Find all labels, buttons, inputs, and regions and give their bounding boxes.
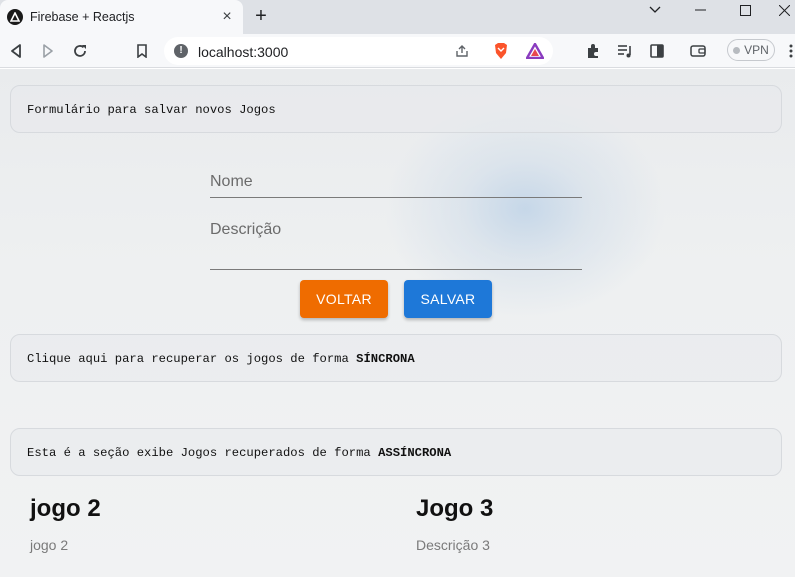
game-title: jogo 2 <box>30 495 101 522</box>
form-header-text: Formulário para salvar novos Jogos <box>27 103 276 117</box>
async-section-card: Esta é a seção exibe Jogos recuperados d… <box>10 428 782 476</box>
tab-search-icon[interactable] <box>632 0 678 20</box>
browser-tab[interactable]: Firebase + Reactjs × <box>0 0 243 34</box>
new-tab-icon[interactable]: + <box>251 6 271 26</box>
game-description: jogo 2 <box>30 537 69 553</box>
sync-fetch-text: Clique aqui para recuperar os jogos de f… <box>27 352 415 366</box>
name-input[interactable]: Nome <box>210 163 582 198</box>
sync-fetch-emphasis: SÍNCRONA <box>356 352 415 366</box>
extensions-icon[interactable] <box>583 41 603 61</box>
back-icon[interactable] <box>6 41 26 61</box>
brave-rewards-icon[interactable] <box>525 41 545 61</box>
save-button[interactable]: SALVAR <box>404 280 492 318</box>
minimize-icon[interactable] <box>677 0 723 20</box>
media-queue-icon[interactable] <box>615 41 635 61</box>
share-icon[interactable] <box>452 41 472 61</box>
sync-fetch-card[interactable]: Clique aqui para recuperar os jogos de f… <box>10 334 782 382</box>
page-content: Formulário para salvar novos Jogos Nome … <box>0 69 795 577</box>
app-favicon-icon <box>7 9 23 25</box>
bookmark-icon[interactable] <box>132 41 152 61</box>
sync-fetch-label: Clique aqui para recuperar os jogos de f… <box>27 352 357 366</box>
form-header-card: Formulário para salvar novos Jogos <box>10 85 782 133</box>
async-section-emphasis: ASSÍNCRONA <box>378 446 452 460</box>
forward-icon[interactable] <box>38 41 58 61</box>
name-placeholder: Nome <box>210 173 253 190</box>
tab-close-icon[interactable]: × <box>219 9 235 25</box>
vpn-button[interactable]: VPN <box>727 39 775 61</box>
async-section-label: Esta é a seção exibe Jogos recuperados d… <box>27 446 379 460</box>
close-window-icon[interactable] <box>761 0 795 20</box>
site-info-icon[interactable]: ! <box>174 44 188 58</box>
vpn-status-icon <box>733 46 741 54</box>
reload-icon[interactable] <box>70 41 90 61</box>
menu-icon[interactable] <box>781 41 795 61</box>
wallet-icon[interactable] <box>688 41 708 61</box>
vpn-label: VPN <box>744 43 769 57</box>
game-title: Jogo 3 <box>416 495 494 522</box>
tab-strip: Firebase + Reactjs × + <box>0 0 795 34</box>
description-placeholder: Descrição <box>210 221 282 238</box>
url-text: localhost:3000 <box>198 44 289 60</box>
browser-toolbar: ! localhost:3000 VPN <box>0 34 795 68</box>
tab-title: Firebase + Reactjs <box>30 10 135 24</box>
async-section-text: Esta é a seção exibe Jogos recuperados d… <box>27 446 451 460</box>
brave-shields-icon[interactable] <box>491 41 511 61</box>
sidebar-icon[interactable] <box>647 41 667 61</box>
game-description: Descrição 3 <box>416 537 490 553</box>
back-button[interactable]: VOLTAR <box>300 280 388 318</box>
description-textarea[interactable]: Descrição <box>210 211 582 270</box>
